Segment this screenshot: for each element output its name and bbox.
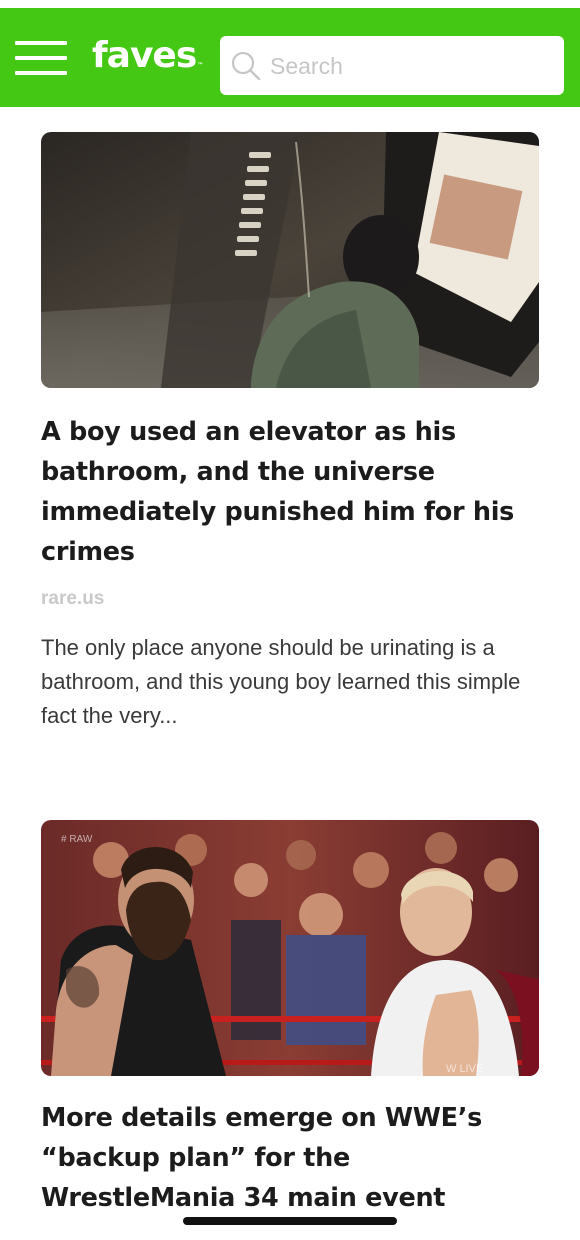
search-input[interactable] (270, 46, 550, 86)
article-1-headline[interactable]: A boy used an elevator as his bathroom, … (41, 412, 541, 572)
article-1-image[interactable] (41, 132, 539, 388)
search-box[interactable] (220, 36, 564, 95)
article-2-headline[interactable]: More details emerge on WWE’s “backup pla… (41, 1098, 541, 1218)
live-watermark: W LIVE (446, 1063, 483, 1075)
app-header: faves™ (0, 8, 580, 107)
status-bar-strip (0, 0, 580, 8)
home-indicator[interactable] (183, 1217, 397, 1225)
search-icon (231, 51, 261, 81)
article-1-source[interactable]: rare.us (41, 588, 104, 610)
article-1-summary: The only place anyone should be urinatin… (41, 635, 521, 728)
faves-logo[interactable]: faves™ (92, 34, 203, 78)
raw-watermark: # RAW (61, 834, 93, 845)
hamburger-menu-icon[interactable] (15, 41, 67, 75)
article-2-image[interactable]: # RAW W LIVE (41, 820, 539, 1076)
